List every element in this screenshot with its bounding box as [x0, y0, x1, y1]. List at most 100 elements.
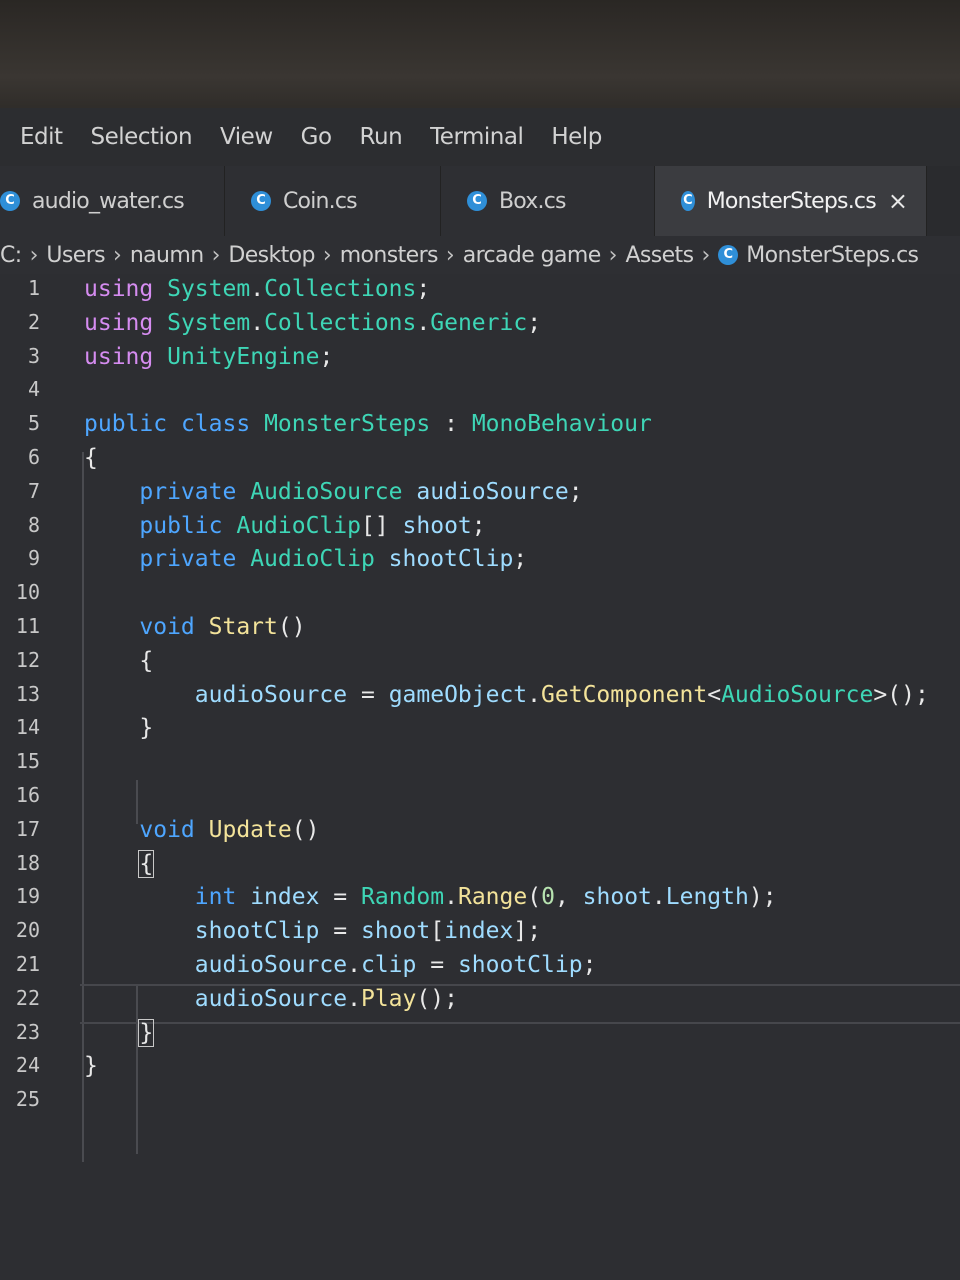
code-text: private AudioClip shootClip;: [139, 546, 528, 573]
tab-monstersteps[interactable]: C MonsterSteps.cs ×: [655, 166, 927, 236]
code-text: private AudioSource audioSource;: [139, 478, 583, 505]
line-number: 25: [15, 1087, 40, 1112]
code-line[interactable]: 7 private AudioSource audioSource;: [0, 479, 960, 513]
line-number: 14: [15, 715, 40, 740]
code-line[interactable]: 15: [0, 749, 960, 783]
code-line[interactable]: 16: [0, 783, 960, 817]
code-text: }: [84, 1053, 98, 1080]
breadcrumb-arcade-game[interactable]: arcade game: [463, 243, 602, 268]
breadcrumb-naumn[interactable]: naumn: [130, 243, 204, 268]
line-number: 20: [15, 918, 40, 943]
csharp-icon: C: [251, 191, 271, 211]
line-number: 12: [15, 647, 40, 672]
code-line[interactable]: 25: [0, 1087, 960, 1121]
menu-run[interactable]: Run: [360, 124, 403, 150]
tab-label: Box.cs: [499, 188, 566, 214]
chevron-right-icon: ›: [29, 242, 39, 268]
code-text: {: [138, 849, 155, 878]
menu-selection[interactable]: Selection: [91, 124, 193, 150]
tab-label: audio_water.cs: [32, 188, 185, 214]
line-number: 2: [27, 309, 40, 334]
code-text: audioSource = gameObject.GetComponent<Au…: [194, 681, 929, 708]
tab-audio-water[interactable]: C audio_water.cs: [0, 166, 225, 236]
csharp-icon: C: [681, 191, 695, 211]
code-line[interactable]: 4: [0, 377, 960, 411]
code-line[interactable]: 17 void Update(): [0, 817, 960, 851]
line-number: 1: [27, 276, 40, 300]
line-number: 11: [15, 614, 40, 638]
code-line[interactable]: 20 shootClip = shoot[index];: [0, 918, 960, 952]
menu-terminal[interactable]: Terminal: [430, 124, 524, 150]
line-number: 4: [27, 377, 40, 402]
code-line[interactable]: 6{: [0, 445, 960, 479]
menu-view[interactable]: View: [220, 124, 273, 150]
code-line[interactable]: 3 using UnityEngine;: [0, 344, 960, 378]
line-number: 5: [27, 411, 40, 436]
menu-bar: Edit Selection View Go Run Terminal Help: [0, 108, 960, 166]
breadcrumb: C: › Users › naumn › Desktop › monsters …: [0, 236, 960, 274]
breadcrumb-desktop[interactable]: Desktop: [228, 243, 315, 268]
tab-box[interactable]: C Box.cs: [441, 166, 655, 236]
code-text: audioSource.clip = shootClip;: [194, 952, 597, 978]
csharp-icon: C: [467, 191, 487, 211]
tab-coin[interactable]: C Coin.cs: [225, 166, 441, 236]
code-text: public AudioClip[] shoot;: [139, 512, 486, 539]
line-number: 17: [15, 816, 40, 841]
breadcrumb-drive[interactable]: C:: [0, 243, 22, 268]
chevron-right-icon: ›: [113, 242, 122, 268]
code-line[interactable]: 14 }: [0, 715, 960, 749]
line-number: 13: [15, 681, 40, 706]
line-number: 15: [15, 749, 40, 774]
csharp-icon: C: [0, 191, 20, 211]
code-text: void Start(): [139, 614, 306, 640]
breadcrumb-monsters[interactable]: monsters: [340, 243, 439, 268]
menu-go[interactable]: Go: [301, 124, 332, 150]
code-text: {: [84, 445, 98, 471]
line-number: 21: [15, 952, 40, 976]
code-text: shootClip = shoot[index];: [194, 918, 542, 945]
breadcrumb-users[interactable]: Users: [46, 243, 105, 268]
code-line[interactable]: 5 public class MonsterSteps : MonoBehavio…: [0, 411, 960, 445]
line-number: 8: [27, 512, 40, 537]
chevron-right-icon: ›: [211, 242, 221, 268]
vscode-window: Edit Selection View Go Run Terminal Help…: [0, 108, 960, 1280]
code-line[interactable]: 23 }: [0, 1018, 960, 1054]
code-line[interactable]: 13 audioSource = gameObject.GetComponent…: [0, 682, 960, 716]
code-editor[interactable]: 1 using System.Collections; 2 using System.…: [0, 274, 960, 1280]
line-number: 9: [27, 546, 40, 571]
code-line[interactable]: 11 void Start(): [0, 614, 960, 648]
code-line[interactable]: 2 using System.Collections.Generic;: [0, 310, 960, 344]
code-line[interactable]: 8 public AudioClip[] shoot;: [0, 513, 960, 547]
code-line[interactable]: 24}: [0, 1053, 960, 1087]
csharp-icon: C: [718, 245, 739, 265]
code-line[interactable]: 21 audioSource.clip = shootClip;: [0, 952, 960, 986]
code-text: }: [139, 715, 154, 742]
chevron-right-icon: ›: [322, 242, 332, 268]
code-line[interactable]: 10: [0, 580, 960, 614]
breadcrumb-assets[interactable]: Assets: [625, 243, 694, 268]
code-line[interactable]: 22 audioSource.Play();: [0, 986, 960, 1020]
code-line[interactable]: 18 {: [0, 849, 960, 885]
code-text: using System.Collections.Generic;: [84, 309, 542, 336]
line-number: 10: [15, 580, 40, 605]
line-number: 7: [27, 478, 40, 503]
code-text: void Update(): [139, 816, 320, 843]
code-text: using UnityEngine;: [84, 343, 334, 370]
code-line[interactable]: 9 private AudioClip shootClip;: [0, 546, 960, 580]
chevron-right-icon: ›: [608, 242, 618, 268]
line-number: 23: [15, 1019, 40, 1044]
code-line[interactable]: 12 {: [0, 648, 960, 682]
close-icon[interactable]: ×: [888, 187, 908, 215]
menu-edit[interactable]: Edit: [20, 124, 63, 150]
menu-help[interactable]: Help: [551, 124, 602, 150]
tab-label: Coin.cs: [283, 188, 358, 214]
code-text: public class MonsterSteps : MonoBehaviou…: [84, 411, 652, 438]
breadcrumb-file[interactable]: MonsterSteps.cs: [746, 243, 919, 268]
code-text: using System.Collections;: [84, 276, 431, 302]
line-number: 22: [15, 985, 40, 1010]
line-number: 6: [27, 445, 40, 469]
code-line[interactable]: 19 int index = Random.Range(0, shoot.Len…: [0, 884, 960, 918]
chevron-right-icon: ›: [701, 242, 711, 268]
code-line[interactable]: 1 using System.Collections;: [0, 276, 960, 310]
line-number: 18: [15, 850, 40, 875]
